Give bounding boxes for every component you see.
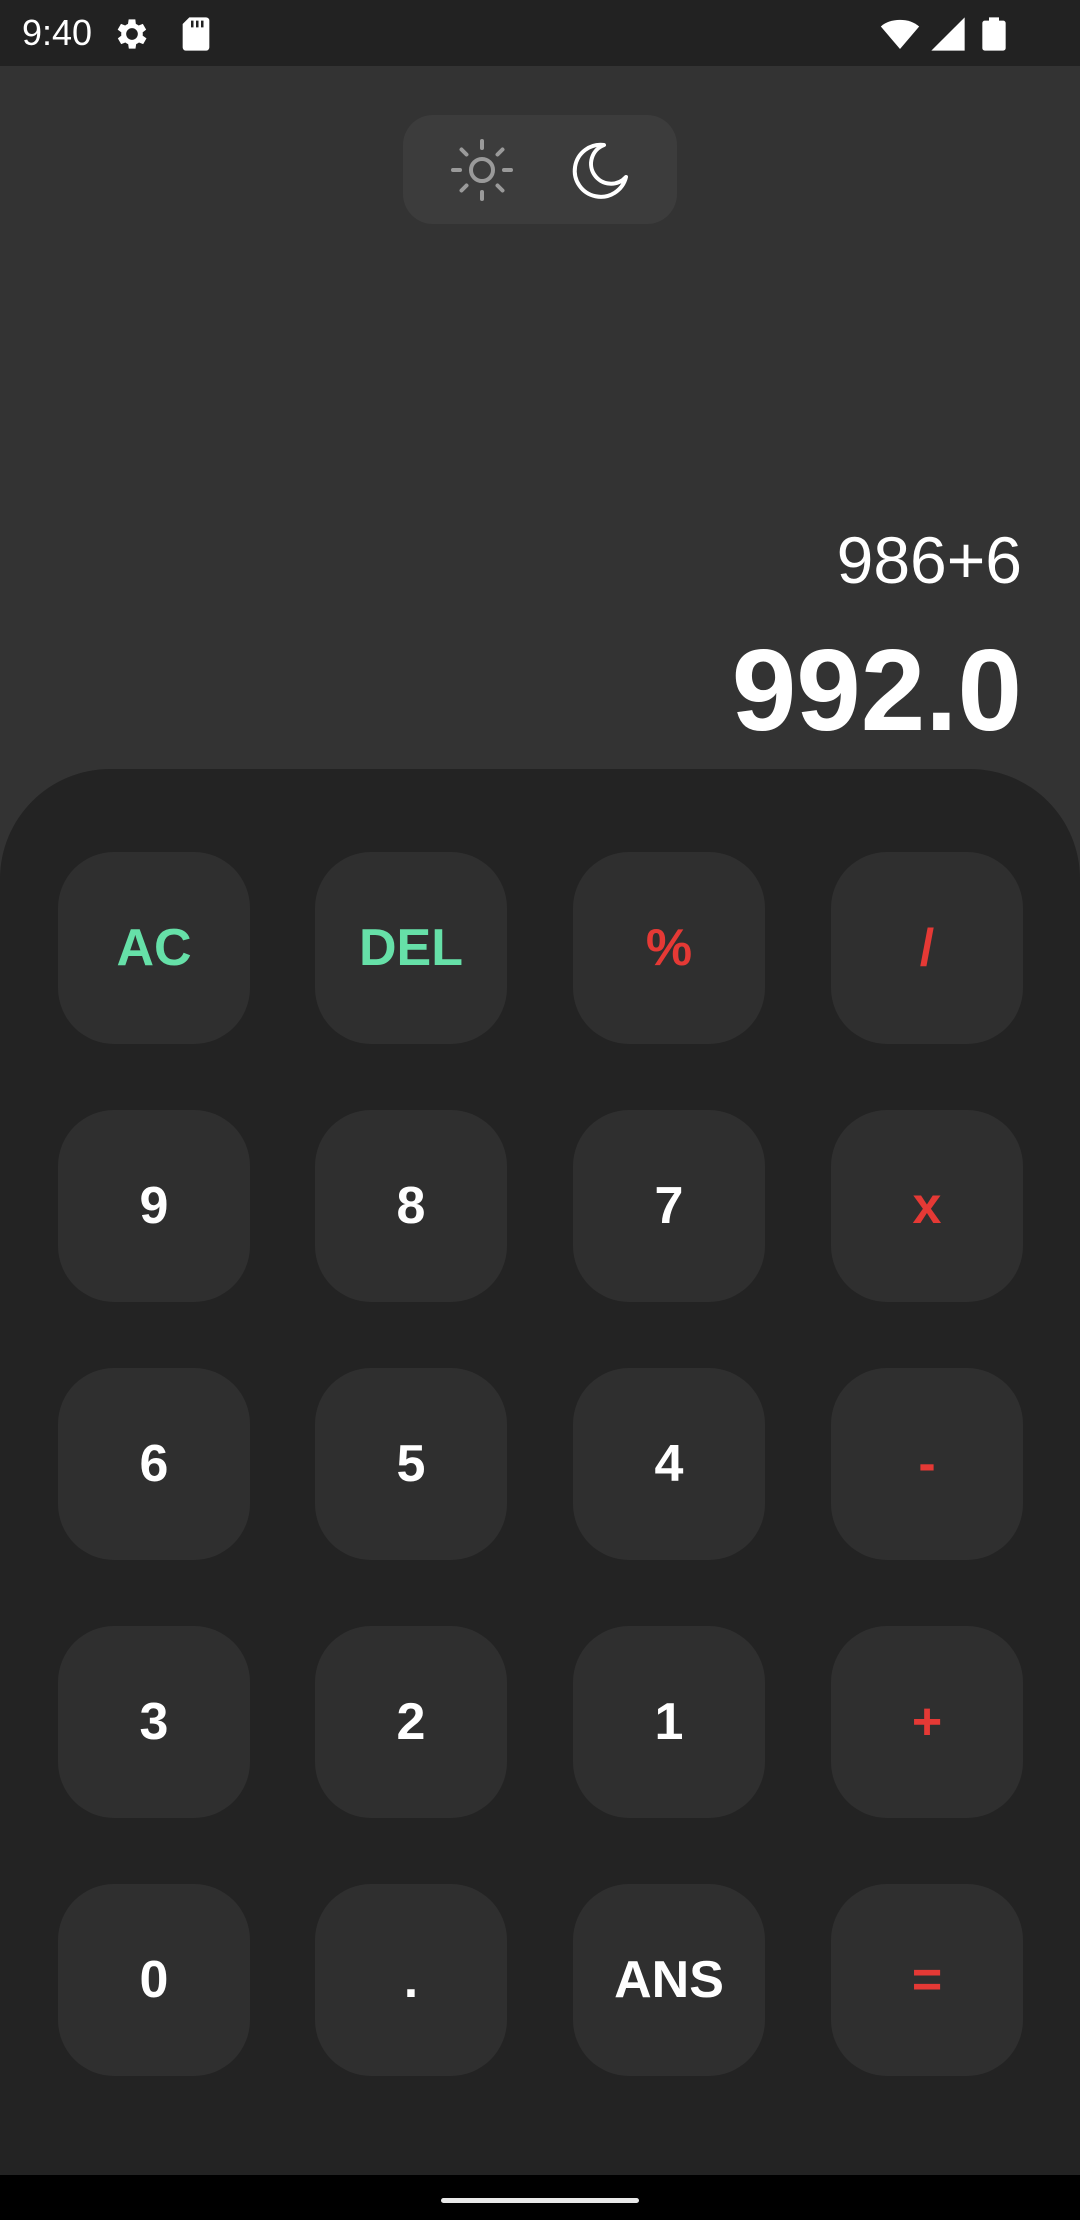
digit-6-button[interactable]: 6 (58, 1368, 250, 1560)
theme-toggle (403, 115, 677, 224)
calculator-screen: 9:40 986+6 992.0 AC DEL % / 9 8 7 x 6 5 … (0, 0, 1080, 2220)
digit-8-button[interactable]: 8 (315, 1110, 507, 1302)
digit-4-button[interactable]: 4 (573, 1368, 765, 1560)
result-display: 992.0 (731, 625, 1022, 755)
gear-icon (112, 14, 152, 54)
digit-1-button[interactable]: 1 (573, 1626, 765, 1818)
digit-5-button[interactable]: 5 (315, 1368, 507, 1560)
delete-button[interactable]: DEL (315, 852, 507, 1044)
moon-icon[interactable] (566, 137, 632, 203)
battery-icon (974, 14, 1014, 54)
digit-2-button[interactable]: 2 (315, 1626, 507, 1818)
answer-button[interactable]: ANS (573, 1884, 765, 2076)
equals-button[interactable]: = (831, 1884, 1023, 2076)
clear-button[interactable]: AC (58, 852, 250, 1044)
divide-button[interactable]: / (831, 852, 1023, 1044)
sd-card-icon (176, 14, 216, 54)
subtract-button[interactable]: - (831, 1368, 1023, 1560)
digit-0-button[interactable]: 0 (58, 1884, 250, 2076)
keypad: AC DEL % / 9 8 7 x 6 5 4 - 3 2 1 + 0 . A… (0, 769, 1080, 2175)
decimal-button[interactable]: . (315, 1884, 507, 2076)
signal-icon (928, 14, 968, 54)
digit-9-button[interactable]: 9 (58, 1110, 250, 1302)
home-gesture-handle[interactable] (441, 2198, 639, 2203)
percent-button[interactable]: % (573, 852, 765, 1044)
add-button[interactable]: + (831, 1626, 1023, 1818)
expression-display: 986+6 (836, 523, 1022, 597)
multiply-button[interactable]: x (831, 1110, 1023, 1302)
digit-7-button[interactable]: 7 (573, 1110, 765, 1302)
wifi-icon (880, 14, 920, 54)
digit-3-button[interactable]: 3 (58, 1626, 250, 1818)
navigation-bar (0, 2175, 1080, 2220)
status-bar: 9:40 (0, 0, 1080, 66)
sun-icon[interactable] (449, 137, 515, 203)
status-time: 9:40 (22, 12, 93, 53)
